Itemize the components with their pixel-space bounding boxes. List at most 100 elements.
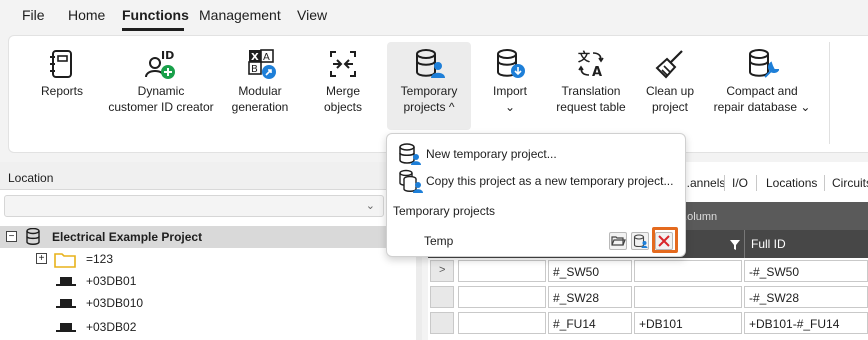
tab-separator [724,175,725,191]
tab-separator [756,175,757,191]
menu-home[interactable]: Home [68,7,105,23]
menu-management[interactable]: Management [199,7,281,23]
svg-text:B: B [251,64,258,75]
customer-id-icon: ID [145,49,175,79]
chevron-down-icon: ⌄ [365,200,375,212]
merge-objects-label-2: objects [323,100,363,114]
new-temporary-project-item[interactable]: New temporary project... [391,140,683,167]
tab-locations[interactable]: Locations [766,176,817,190]
location-header: Location [0,162,418,190]
copy-project-icon [399,169,423,193]
svg-text:文: 文 [578,49,591,64]
dynamic-customer-id-button[interactable]: ID Dynamic customer ID creator [105,48,217,115]
tree-item-label: =123 [86,252,114,266]
reports-button[interactable]: Reports [33,48,91,99]
import-icon [497,49,525,78]
location-icon [56,299,76,308]
table-cell[interactable]: #_FU14 [548,312,632,334]
reports-icon [50,50,72,78]
merge-objects-button[interactable]: Merge objects [315,48,371,115]
location-panel: Location ⌄ − Electrical Example Project … [0,162,422,340]
menu-file[interactable]: File [22,7,45,23]
temporary-projects-button[interactable]: Temporary projects ^ [387,42,471,130]
reports-label: Reports [40,84,84,98]
import-label: Import [492,84,527,98]
open-temporary-project-button[interactable] [609,232,627,250]
tab-channels[interactable]: ...annels [680,176,725,190]
new-temporary-project-label: New temporary project... [426,147,557,161]
expand-icon[interactable]: + [36,253,47,264]
active-menu-underline [122,28,184,31]
translation-label-2: request table [556,100,626,114]
dynamic-customer-id-label-2: customer ID creator [108,100,214,114]
current-row-icon: > [439,264,446,276]
table-cell[interactable]: #_SW28 [548,286,632,308]
tree-item[interactable]: +03DB010 [0,292,418,314]
import-chevron: ⌄ [504,100,516,114]
copy-as-temporary-project-label: Copy this project as a new temporary pro… [426,174,674,188]
svg-text:A: A [263,52,270,63]
location-combo[interactable]: ⌄ [4,195,384,217]
table-cell[interactable] [458,312,546,334]
tree-item[interactable]: +03DB01 [0,270,418,292]
row-selector[interactable]: > [430,260,454,282]
modular-generation-button[interactable]: X A B Modular generation [227,48,293,115]
tree-item[interactable]: +03DB02 [0,316,418,338]
repair-database-icon [749,49,779,78]
modular-generation-label-2: generation [231,100,289,114]
row-selector[interactable] [430,312,454,334]
table-cell[interactable] [458,286,546,308]
new-temporary-project-icon [399,143,421,165]
translation-label-1: Translation [561,84,621,98]
tree-item[interactable]: + =123 [0,248,418,270]
location-icon [56,277,76,286]
collapse-icon[interactable]: − [6,231,17,242]
dynamic-customer-id-label-1: Dynamic [137,84,185,98]
open-folder-icon [611,236,626,246]
modular-generation-label-1: Modular [238,84,282,98]
table-cell[interactable] [634,260,742,282]
table-cell[interactable]: -#_SW28 [744,286,868,308]
tree-item-label: +03DB02 [86,320,137,334]
copy-as-temporary-project-item[interactable]: Copy this project as a new temporary pro… [391,167,683,194]
table-cell[interactable]: +DB101 [634,312,742,334]
translation-request-button[interactable]: 文 A Translation request table [551,48,631,115]
location-icon [56,323,76,332]
tree-item-label: +03DB010 [86,296,144,310]
modular-generation-icon: X A B [248,49,276,79]
tree-root-label: Electrical Example Project [52,230,203,244]
row-selector[interactable] [430,286,454,308]
svg-text:ID: ID [161,49,174,62]
menu-view[interactable]: View [297,7,327,23]
table-cell[interactable]: -#_SW50 [744,260,868,282]
clean-up-project-button[interactable]: Clean up project [641,48,699,115]
table-cell[interactable] [458,260,546,282]
tree-root-row[interactable]: − Electrical Example Project [0,226,418,248]
compact-repair-label-2: repair database ⌄ [713,100,811,114]
folder-icon [54,253,76,268]
import-button[interactable]: Import ⌄ [485,48,535,115]
table-cell[interactable]: +DB101-#_FU14 [744,312,868,334]
temporary-project-database-button[interactable] [631,232,649,250]
svg-text:A: A [592,65,602,80]
translation-icon: 文 A [578,49,604,80]
delete-button-highlight [652,227,678,253]
tree-item-label: +03DB01 [86,274,137,288]
tab-circuits[interactable]: Circuits [832,176,868,190]
compact-repair-database-button[interactable]: Compact and repair database ⌄ [709,48,815,115]
table-cell[interactable] [634,286,742,308]
temporary-projects-label-1: Temporary [400,84,458,98]
broom-icon [655,50,683,79]
column-header-full-id[interactable]: Full ID [744,230,868,258]
menu-functions[interactable]: Functions [122,7,189,23]
tab-io[interactable]: I/O [732,176,748,190]
ribbon-separator [829,42,830,144]
tab-separator [824,175,825,191]
menu-bar: File Home Functions Management View [0,0,868,32]
table-cell[interactable]: #_SW50 [548,260,632,282]
temporary-project-name: Temp [424,234,454,248]
temporary-project-row[interactable]: Temp [391,226,679,254]
filter-icon[interactable] [730,240,740,250]
compact-repair-label-1: Compact and [726,84,798,98]
database-user-icon [633,234,648,248]
